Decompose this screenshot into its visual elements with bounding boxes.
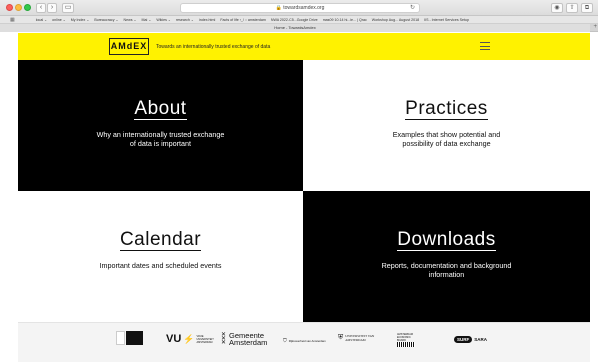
minimize-window-button[interactable] bbox=[15, 4, 22, 11]
web-page: AMdEX Towards an internationally trusted… bbox=[18, 33, 590, 362]
bookmark-item[interactable]: News ⌄ bbox=[124, 18, 137, 22]
lock-icon: 🔒 bbox=[275, 5, 282, 11]
aeb-wordmark: AMSTERDAM ECONOMIC BOARD bbox=[397, 333, 413, 342]
downloads-description: Reports, documentation and background in… bbox=[381, 261, 512, 279]
sidebar-toggle-icon[interactable]: ▭ bbox=[62, 3, 74, 13]
tabs-overview-icon[interactable]: ⧉ bbox=[581, 3, 593, 13]
bookmark-item[interactable]: mas09 10.14 hi...ie... | Qrac bbox=[323, 18, 367, 22]
bookmarks-grid-icon[interactable]: ▦ bbox=[10, 17, 15, 23]
rijk-wordmark: Rijksoverheid van Amsterdam bbox=[288, 339, 326, 343]
bookmark-item[interactable]: Facts of life ›_/ :: amsterdam bbox=[220, 18, 266, 22]
vu-subtitle: VRIJE UNIVERSITEIT AMSTERDAM bbox=[196, 334, 214, 344]
bookmark-item[interactable]: research ⌄ bbox=[176, 18, 194, 22]
bookmark-item[interactable]: index.html bbox=[199, 18, 215, 22]
bookmark-item[interactable]: Wikies ⌄ bbox=[156, 18, 171, 22]
site-tagline: Towards an internationally trusted excha… bbox=[156, 44, 271, 50]
gemeente-cross-icon: ✕ ✕ ✕ bbox=[221, 332, 227, 346]
griffin-icon: ⚡ bbox=[183, 333, 195, 344]
partner-logo-ams-left[interactable] bbox=[116, 331, 125, 345]
partner-logo-uva[interactable]: ⛨ UNIVERSITEIT VAN AMSTERDAM bbox=[338, 334, 377, 342]
share-icon[interactable]: ⇧ bbox=[566, 3, 578, 13]
reload-icon[interactable]: ↻ bbox=[410, 4, 415, 13]
calendar-tile[interactable]: Calendar Important dates and scheduled e… bbox=[18, 191, 303, 322]
address-text: towardsamdex.org bbox=[283, 5, 325, 11]
partners-footer: VU ⚡ VRIJE UNIVERSITEIT AMSTERDAM ✕ ✕ ✕ Ge… bbox=[18, 322, 590, 362]
tab-bar: Home - TowardsAmdex + bbox=[0, 24, 598, 32]
forward-button[interactable]: › bbox=[47, 3, 57, 13]
calendar-title-text[interactable]: Calendar bbox=[119, 229, 202, 251]
practices-title[interactable]: Practices bbox=[303, 98, 590, 120]
practices-tile[interactable]: Practices Examples that show potential a… bbox=[303, 60, 590, 191]
vu-wordmark: VU bbox=[166, 333, 182, 345]
tab-active[interactable]: Home - TowardsAmdex bbox=[0, 24, 590, 32]
bookmark-item[interactable]: Workshop Aug... August 2018 bbox=[372, 18, 419, 22]
about-title[interactable]: About bbox=[18, 98, 303, 120]
about-tile[interactable]: About Why an internationally trusted exc… bbox=[18, 60, 303, 191]
back-button[interactable]: ‹ bbox=[36, 3, 46, 13]
bookmark-item[interactable]: local ⌄ bbox=[36, 18, 47, 22]
downloads-tile[interactable]: Downloads Reports, documentation and bac… bbox=[303, 191, 590, 322]
address-bar[interactable]: 🔒 towardsamdex.org ↻ bbox=[180, 3, 420, 13]
about-title-text[interactable]: About bbox=[134, 98, 187, 120]
partner-logo-vu[interactable]: VU ⚡ VRIJE UNIVERSITEIT AMSTERDAM bbox=[166, 333, 214, 345]
close-window-button[interactable] bbox=[6, 4, 13, 11]
sara-wordmark: SARA bbox=[474, 337, 488, 342]
practices-description: Examples that show potential and possibi… bbox=[392, 130, 501, 148]
bookmark-item[interactable]: online ⌄ bbox=[52, 18, 66, 22]
about-description: Why an internationally trusted exchange … bbox=[96, 130, 225, 148]
calendar-title[interactable]: Calendar bbox=[18, 229, 303, 251]
menu-icon-bar bbox=[480, 42, 490, 43]
site-logo[interactable]: AMdEX bbox=[109, 38, 149, 55]
bookmark-item[interactable]: IIS - Internet Services Setup bbox=[424, 18, 469, 22]
calendar-description: Important dates and scheduled events bbox=[99, 261, 222, 270]
new-tab-icon[interactable]: + bbox=[593, 24, 597, 31]
partner-logo-rijk[interactable]: ⛉ Rijksoverheid van Amsterdam bbox=[283, 338, 326, 344]
partner-logo-gemeente[interactable]: ✕ ✕ ✕ Gemeente Amsterdam bbox=[221, 331, 271, 347]
maximize-window-button[interactable] bbox=[24, 4, 31, 11]
uva-wordmark: UNIVERSITEIT VAN AMSTERDAM bbox=[345, 334, 375, 342]
bookmark-item[interactable]: NWA 2022-C5...Google Drive bbox=[271, 18, 318, 22]
toolbar-right: ◉ ⇧ ⧉ bbox=[551, 3, 593, 13]
browser-window: ‹ › ▭ 🔒 towardsamdex.org ↻ ◉ ⇧ ⧉ ▦ local… bbox=[0, 0, 598, 362]
menu-icon-bar bbox=[480, 45, 490, 47]
bookmark-item[interactable]: Bureaucracy ⌄ bbox=[94, 18, 118, 22]
bookmarks-bar: ▦ local ⌄ online ⌄ My Index ⌄ Bureaucrac… bbox=[0, 16, 598, 24]
site-header: AMdEX Towards an internationally trusted… bbox=[18, 33, 590, 60]
menu-icon-bar bbox=[480, 49, 490, 50]
bookmark-item[interactable]: My Index ⌄ bbox=[71, 18, 90, 22]
practices-title-text[interactable]: Practices bbox=[405, 98, 488, 120]
partner-logo-ams-block[interactable] bbox=[126, 331, 143, 345]
bookmark-item[interactable]: Mai ⌄ bbox=[142, 18, 152, 22]
menu-icon[interactable] bbox=[480, 42, 490, 50]
gemeente-wordmark: Gemeente Amsterdam bbox=[229, 331, 268, 347]
downloads-title[interactable]: Downloads bbox=[303, 229, 590, 251]
partner-logo-aeb[interactable]: AMSTERDAM ECONOMIC BOARD bbox=[397, 333, 415, 347]
downloads-title-text[interactable]: Downloads bbox=[397, 229, 496, 251]
partner-logo-surfsara[interactable]: SURF SARA bbox=[454, 336, 487, 343]
aeb-pattern bbox=[397, 342, 415, 347]
surf-wordmark: SURF bbox=[454, 336, 473, 343]
uva-crest-icon: ⛨ bbox=[338, 334, 344, 341]
browser-toolbar: ‹ › ▭ 🔒 towardsamdex.org ↻ ◉ ⇧ ⧉ bbox=[0, 0, 598, 16]
extension-icon[interactable]: ◉ bbox=[551, 3, 563, 13]
rijk-icon: ⛉ bbox=[283, 338, 287, 344]
